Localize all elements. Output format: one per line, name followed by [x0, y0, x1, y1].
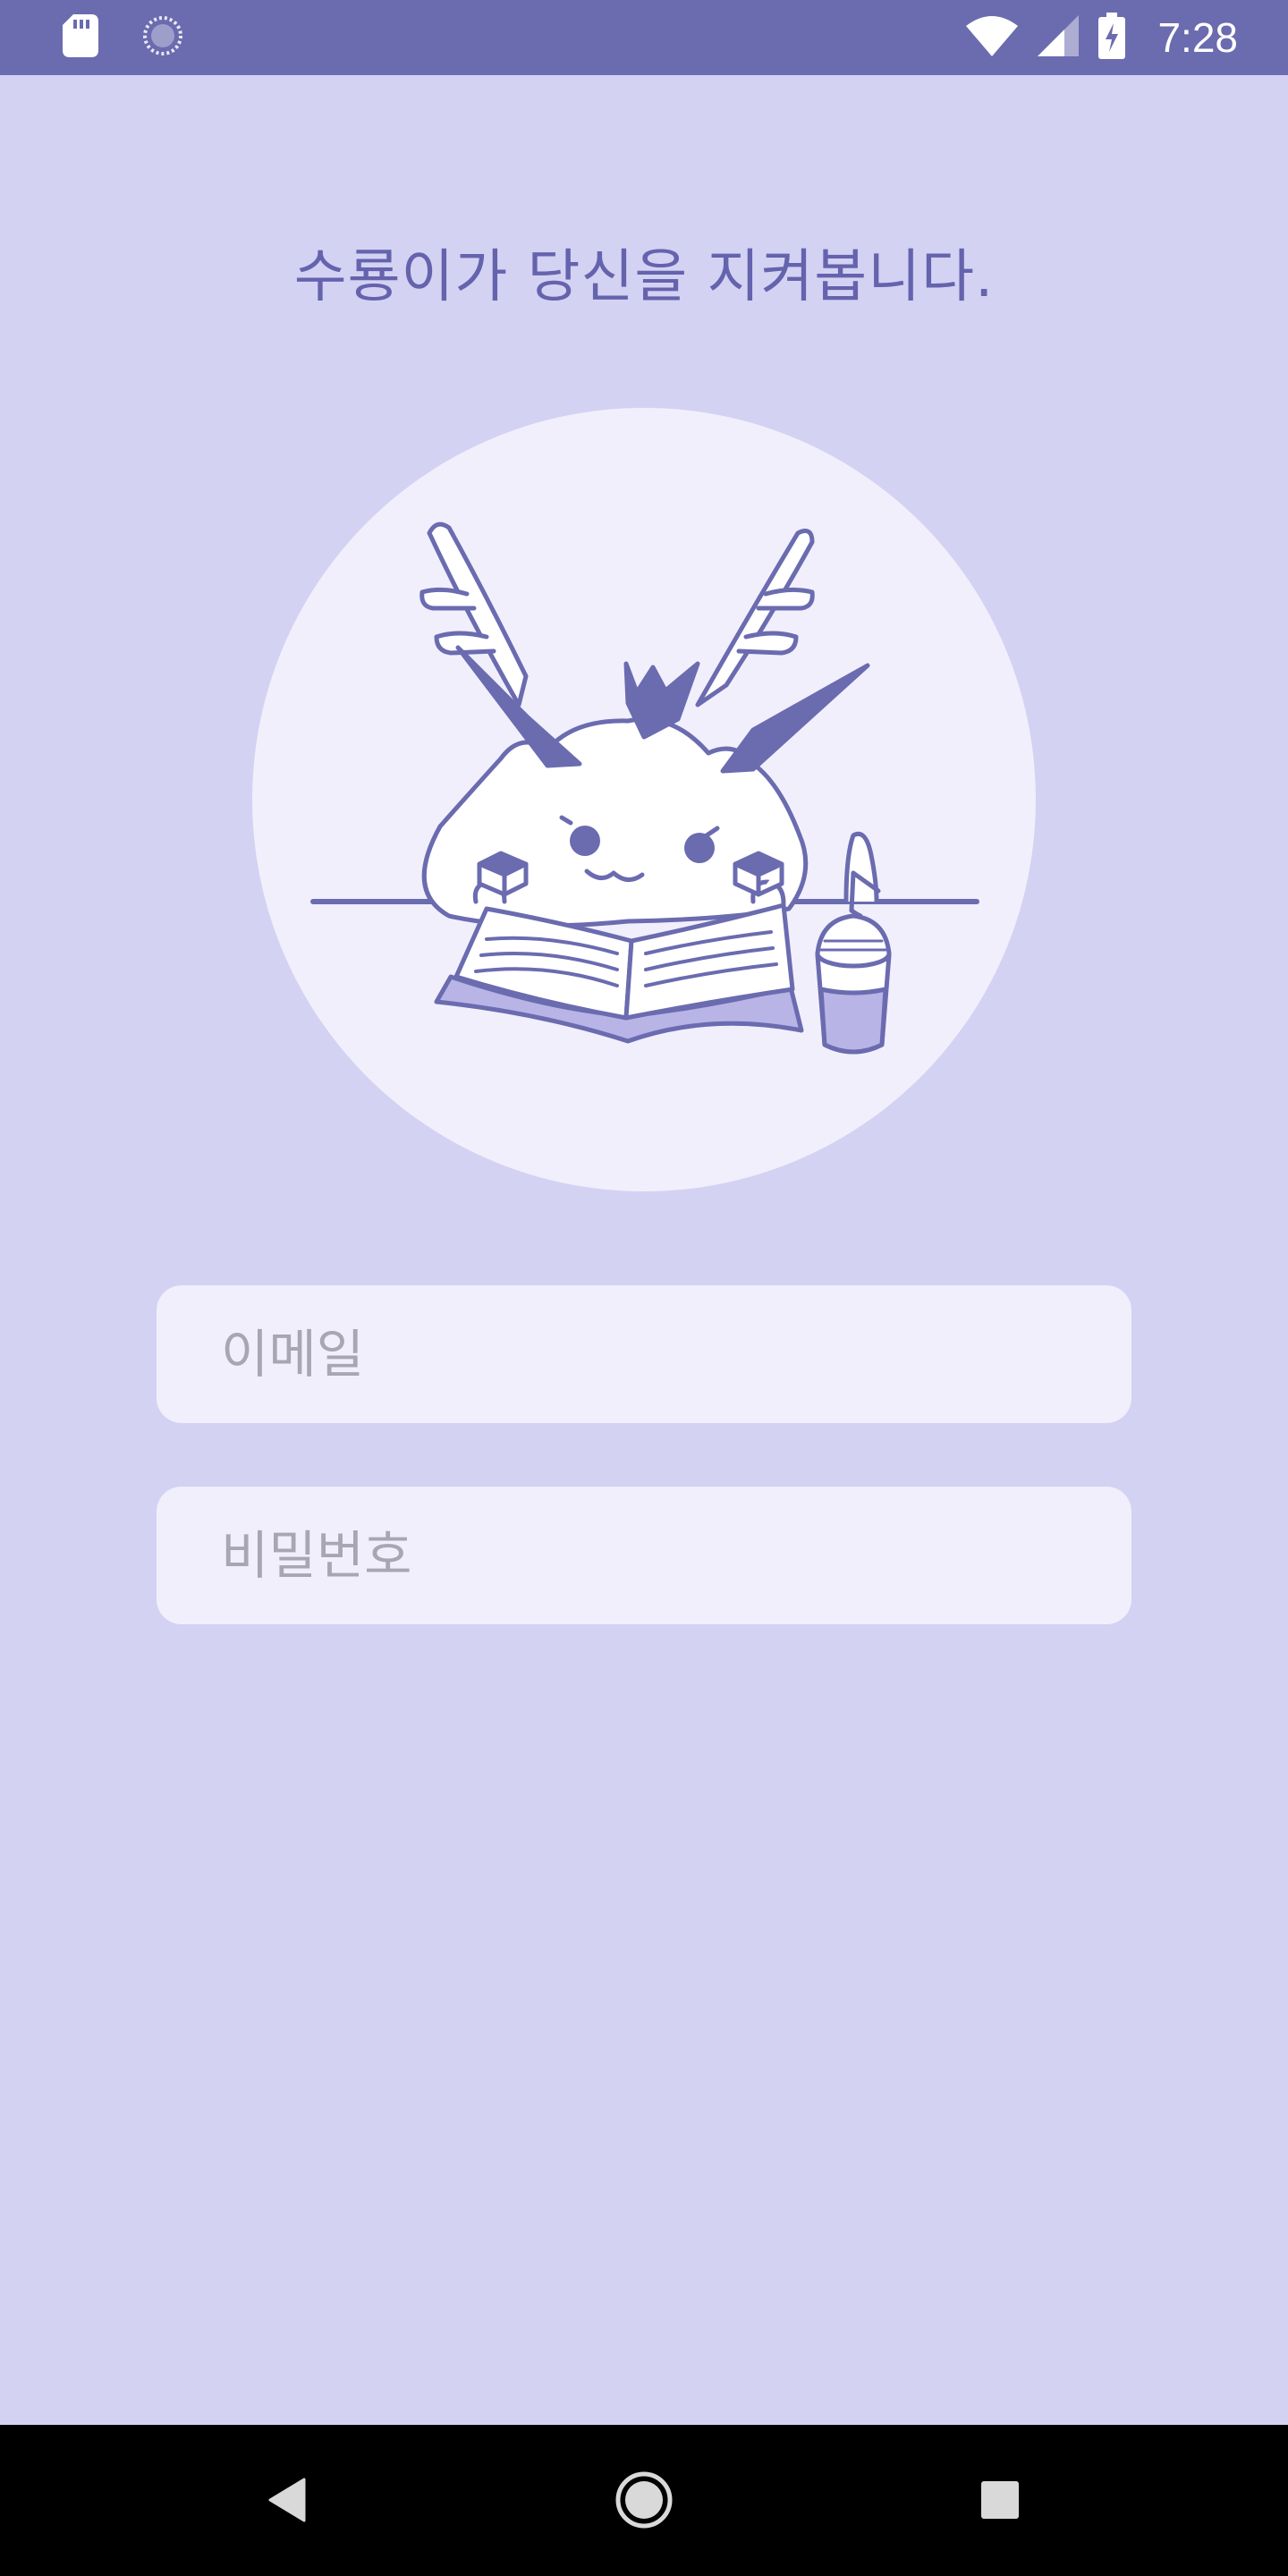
password-input[interactable] [157, 1487, 1131, 1624]
recents-icon [981, 2481, 1019, 2519]
email-input[interactable] [157, 1285, 1131, 1423]
page-title: 수룡이가 당신을 지켜봅니다. [293, 244, 995, 310]
back-button[interactable] [242, 2455, 331, 2545]
status-right: 7:28 [966, 13, 1238, 63]
sd-card-icon [63, 14, 98, 61]
home-icon [615, 2471, 673, 2529]
status-left [63, 14, 184, 61]
battery-charging-icon [1098, 13, 1126, 63]
mascot-illustration [252, 408, 1036, 1191]
wifi-icon [966, 15, 1019, 60]
navigation-bar [0, 2425, 1288, 2576]
clock: 7:28 [1157, 14, 1238, 61]
back-icon [268, 2478, 306, 2522]
signal-icon [1038, 15, 1080, 60]
home-button[interactable] [599, 2455, 689, 2545]
dragon-mascot-image [310, 521, 979, 1055]
status-bar: 7:28 [0, 0, 1288, 75]
sync-icon [141, 14, 184, 61]
recents-button[interactable] [955, 2455, 1045, 2545]
